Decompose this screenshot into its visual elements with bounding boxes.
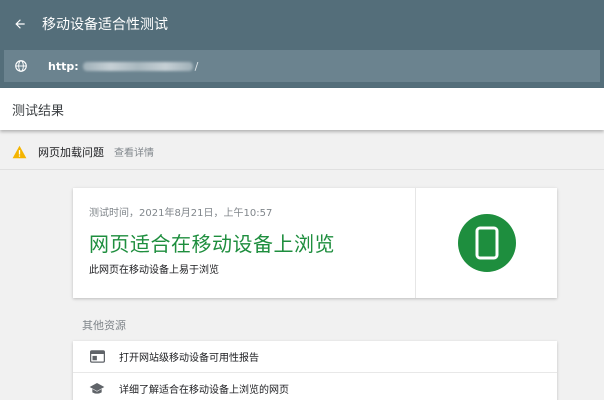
- url-bar[interactable]: http: /: [4, 50, 600, 82]
- school-icon-wrap: [89, 381, 105, 397]
- back-button[interactable]: [0, 0, 40, 48]
- resource-label: 详细了解适合在移动设备上浏览的网页: [119, 385, 289, 396]
- resource-item-learn[interactable]: 详细了解适合在移动设备上浏览的网页: [73, 373, 557, 400]
- web-report-icon-wrap: [89, 349, 105, 365]
- result-info: 测试时间，2021年8月21日，上午10:57 网页适合在移动设备上浏览 此网页…: [73, 188, 416, 298]
- resource-label: 打开网站级移动设备可用性报告: [119, 353, 259, 364]
- url-prefix: http:: [48, 59, 79, 73]
- title-row: 移动设备适合性测试: [0, 0, 604, 48]
- resources-list: 打开网站级移动设备可用性报告 详细了解适合在移动设备上浏览的网页: [73, 341, 557, 400]
- verdict-subtitle: 此网页在移动设备上易于浏览: [89, 265, 219, 276]
- results-bar: 测试结果: [0, 88, 604, 130]
- app-title: 移动设备适合性测试: [42, 17, 168, 33]
- web-report-icon: [89, 350, 105, 363]
- app-header: 移动设备适合性测试 http: /: [0, 0, 604, 88]
- result-icon-area: [416, 188, 557, 298]
- school-icon: [89, 382, 105, 394]
- view-details-link[interactable]: 查看详情: [114, 144, 154, 159]
- globe-icon-wrap: [4, 50, 38, 82]
- result-card: 测试时间，2021年8月21日，上午10:57 网页适合在移动设备上浏览 此网页…: [73, 188, 557, 298]
- results-title: 测试结果: [12, 103, 65, 119]
- url-suffix: /: [194, 59, 199, 73]
- issue-row[interactable]: 网页加载问题 查看详情: [0, 134, 604, 170]
- globe-icon: [15, 60, 27, 72]
- url-redacted: [82, 61, 193, 71]
- resources-title: 其他资源: [82, 319, 126, 332]
- test-time: 测试时间，2021年8月21日，上午10:57: [89, 208, 273, 219]
- resource-item-report[interactable]: 打开网站级移动设备可用性报告: [73, 341, 557, 373]
- warning-icon: [12, 145, 27, 158]
- warning-icon-wrap: [12, 144, 28, 160]
- arrow-left-icon: [15, 19, 25, 29]
- success-badge: [457, 214, 516, 272]
- verdict-title: 网页适合在移动设备上浏览: [89, 232, 335, 256]
- smartphone-icon: [475, 226, 498, 260]
- issue-text: 网页加载问题: [38, 145, 104, 159]
